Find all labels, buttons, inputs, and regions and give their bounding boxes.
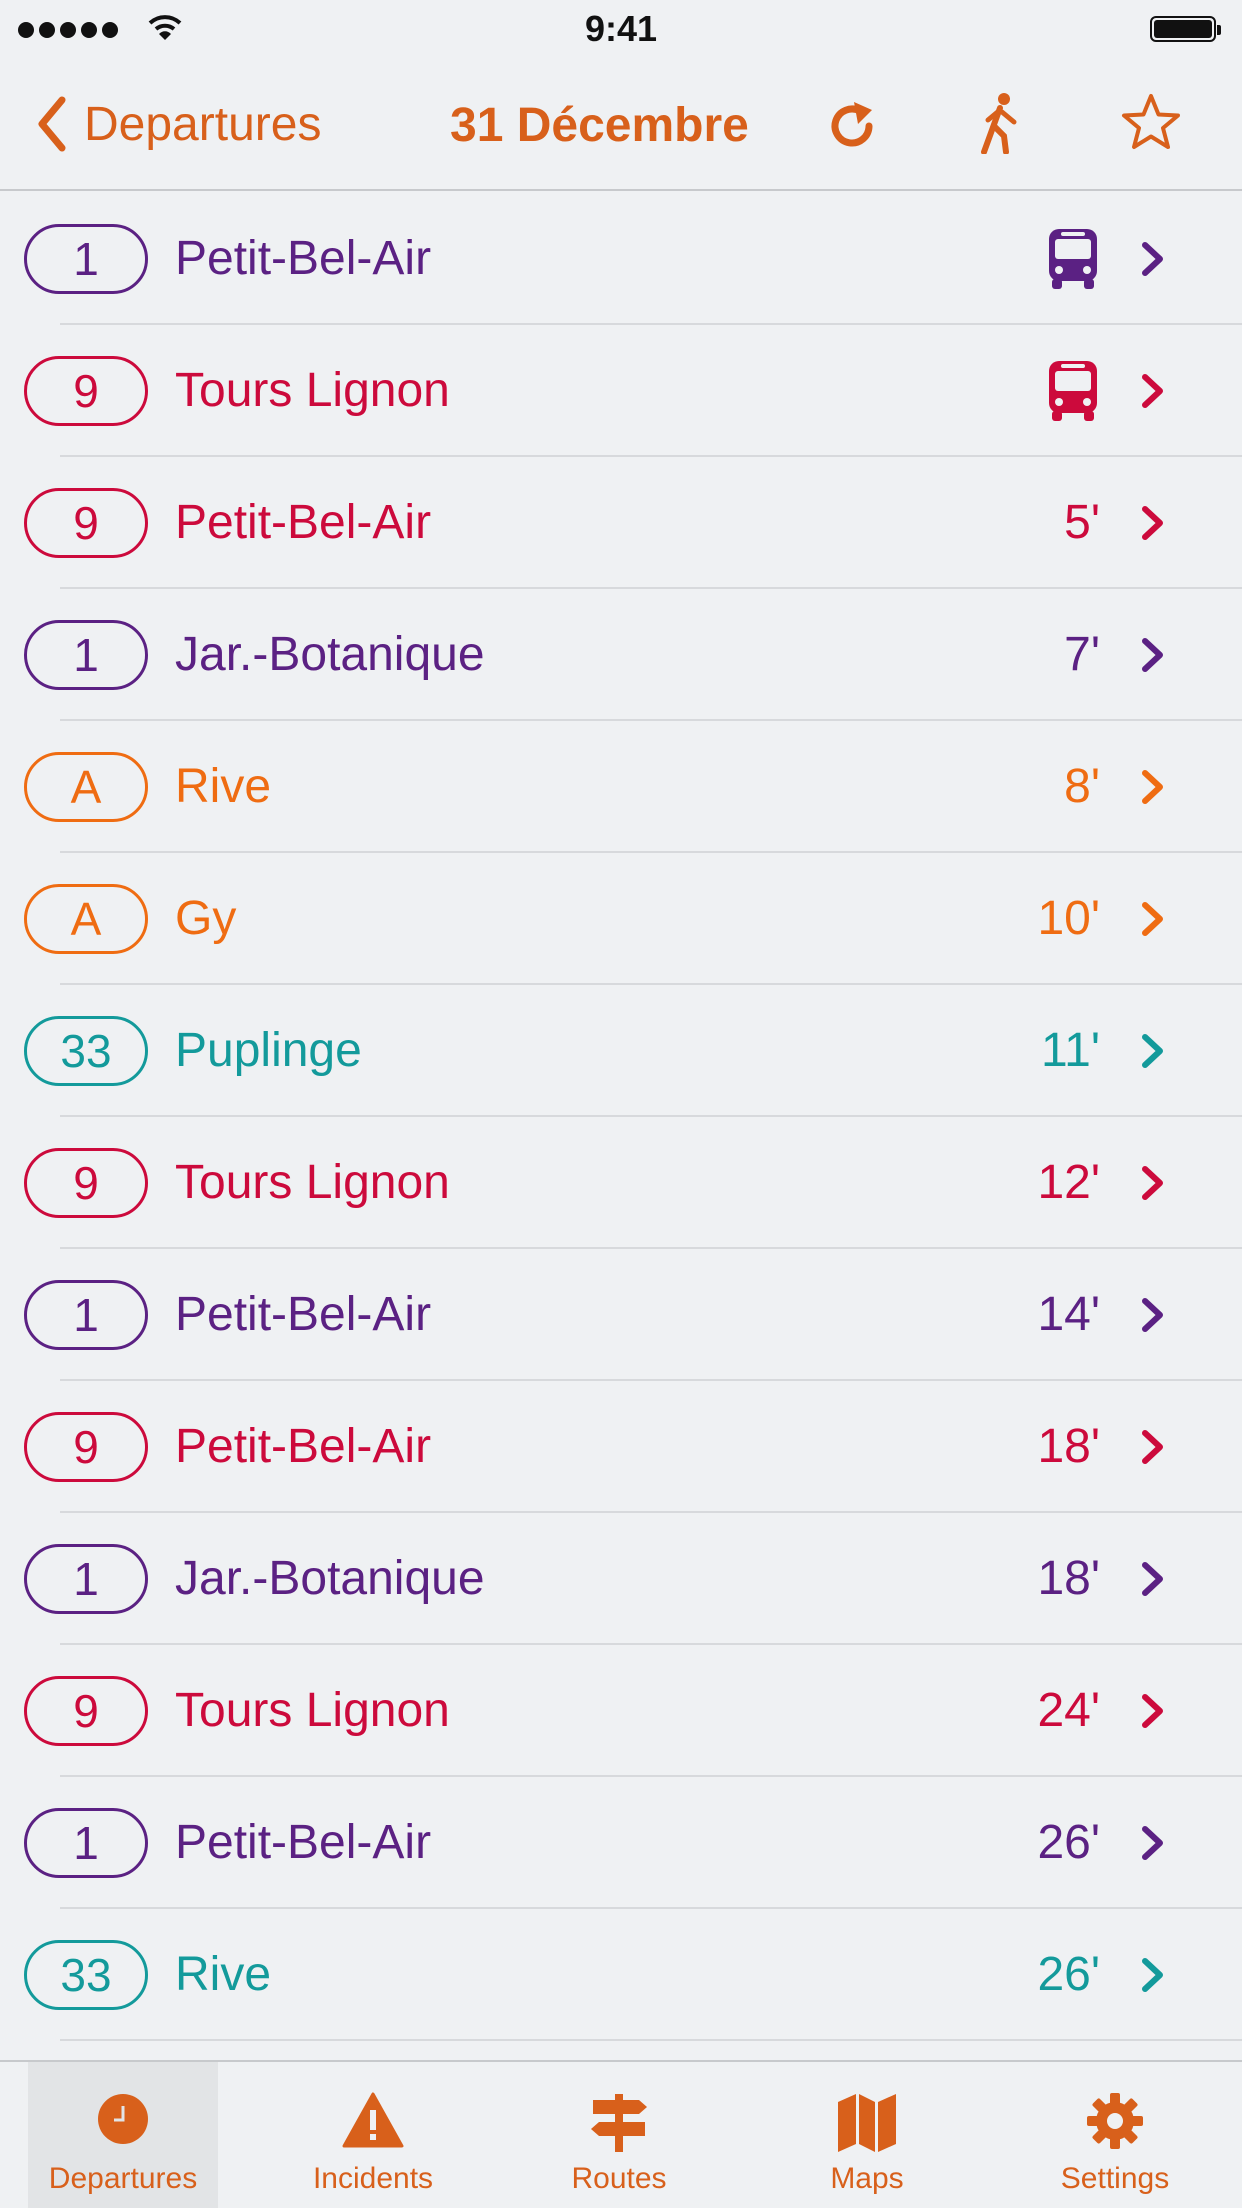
chevron-right-icon: [1142, 770, 1163, 804]
tab-label: Routes: [571, 2162, 667, 2195]
chevron-right-icon: [1142, 242, 1163, 276]
chevron-right-icon: [1142, 1034, 1163, 1068]
line-badge: 9: [24, 1676, 148, 1746]
chevron-right-icon: [1142, 1826, 1163, 1860]
tab-departures[interactable]: Departures: [28, 2062, 218, 2208]
departure-minutes: 24': [1037, 1684, 1100, 1737]
departure-minutes: 7': [1064, 628, 1100, 681]
destination-label: Tours Lignon: [175, 1156, 450, 1209]
line-badge: 33: [24, 1940, 148, 2010]
departure-minutes: 18': [1037, 1420, 1100, 1473]
departure-minutes: 8': [1064, 760, 1100, 813]
back-label: Departures: [84, 97, 322, 151]
destination-label: Tours Lignon: [175, 1684, 450, 1737]
refresh-icon[interactable]: [822, 96, 882, 156]
departure-minutes: 26': [1037, 1948, 1100, 2001]
departure-row[interactable]: 33 Rive 26': [0, 1909, 1242, 2041]
tab-bar: Departures Incidents Routes Maps Setting…: [0, 2060, 1242, 2208]
chevron-right-icon: [1142, 1958, 1163, 1992]
bus-icon: [1049, 229, 1097, 289]
chevron-right-icon: [1142, 1562, 1163, 1596]
map-icon: [838, 2094, 896, 2152]
chevron-right-icon: [1142, 1694, 1163, 1728]
departure-row[interactable]: 9 Petit-Bel-Air 18': [0, 1381, 1242, 1513]
departure-row[interactable]: 1 Petit-Bel-Air 26': [0, 1777, 1242, 1909]
clock-icon: [98, 2094, 148, 2144]
destination-label: Petit-Bel-Air: [175, 1288, 432, 1341]
departure-row[interactable]: 33 Puplinge 11': [0, 985, 1242, 1117]
gear-icon: [1087, 2093, 1143, 2149]
battery-icon: [1150, 16, 1221, 42]
tab-label: Maps: [830, 2162, 904, 2195]
destination-label: Rive: [175, 760, 272, 813]
line-badge: A: [24, 884, 148, 954]
destination-label: Gy: [175, 892, 237, 945]
line-badge: 1: [24, 224, 148, 294]
departure-minutes: 11': [1041, 1024, 1100, 1077]
chevron-right-icon: [1142, 1430, 1163, 1464]
tab-label: Settings: [1060, 2162, 1170, 2195]
chevron-right-icon: [1142, 1166, 1163, 1200]
star-icon[interactable]: [1120, 92, 1182, 152]
walking-icon[interactable]: [976, 92, 1026, 154]
departure-row[interactable]: 1 Petit-Bel-Air 14': [0, 1249, 1242, 1381]
status-time: 9:41: [584, 8, 658, 49]
destination-label: Petit-Bel-Air: [175, 1420, 432, 1473]
departure-minutes: 10': [1037, 892, 1100, 945]
line-badge: 9: [24, 1412, 148, 1482]
departure-minutes: 5': [1064, 496, 1100, 549]
bus-icon: [1049, 361, 1097, 421]
line-badge: 9: [24, 356, 148, 426]
chevron-right-icon: [1142, 638, 1163, 672]
line-badge: 33: [24, 1016, 148, 1086]
line-badge: 9: [24, 488, 148, 558]
destination-label: Petit-Bel-Air: [175, 232, 432, 285]
navigation-bar: Departures 31 Décembre: [0, 60, 1242, 191]
departure-row[interactable]: 1 Jar.-Botanique 7': [0, 589, 1242, 721]
destination-label: Jar.-Botanique: [175, 1552, 485, 1605]
line-badge: 1: [24, 1544, 148, 1614]
destination-label: Petit-Bel-Air: [175, 496, 432, 549]
departure-row[interactable]: 9 Tours Lignon 12': [0, 1117, 1242, 1249]
departures-list: 1 Petit-Bel-Air 9 Tours Lignon 9 Petit-Bel-Ai…: [0, 193, 1242, 2041]
tab-maps[interactable]: Maps: [772, 2062, 962, 2208]
line-badge: 1: [24, 1808, 148, 1878]
chevron-right-icon: [1142, 506, 1163, 540]
destination-label: Tours Lignon: [175, 364, 450, 417]
status-bar: 9:41: [0, 0, 1242, 60]
signpost-icon: [591, 2094, 647, 2152]
departure-row[interactable]: 1 Jar.-Botanique 18': [0, 1513, 1242, 1645]
tab-settings[interactable]: Settings: [1020, 2062, 1210, 2208]
destination-label: Jar.-Botanique: [175, 628, 485, 681]
chevron-left-icon: [38, 96, 66, 152]
warning-icon: [342, 2092, 404, 2148]
destination-label: Rive: [175, 1948, 272, 2001]
departure-row[interactable]: 1 Petit-Bel-Air: [0, 193, 1242, 325]
chevron-right-icon: [1142, 374, 1163, 408]
back-button[interactable]: Departures: [36, 96, 321, 152]
departure-row[interactable]: 9 Petit-Bel-Air 5': [0, 457, 1242, 589]
chevron-right-icon: [1142, 1298, 1163, 1332]
chevron-right-icon: [1142, 902, 1163, 936]
tab-incidents[interactable]: Incidents: [278, 2062, 468, 2208]
line-badge: 1: [24, 620, 148, 690]
departure-minutes: 26': [1037, 1816, 1100, 1869]
departure-row[interactable]: A Rive 8': [0, 721, 1242, 853]
departure-row[interactable]: 9 Tours Lignon: [0, 325, 1242, 457]
line-badge: 1: [24, 1280, 148, 1350]
destination-label: Petit-Bel-Air: [175, 1816, 432, 1869]
departure-minutes: 12': [1037, 1156, 1100, 1209]
line-badge: 9: [24, 1148, 148, 1218]
departure-minutes: 14': [1037, 1288, 1100, 1341]
page-title: 31 Décembre: [450, 99, 749, 152]
departure-row[interactable]: 9 Tours Lignon 24': [0, 1645, 1242, 1777]
departure-row[interactable]: A Gy 10': [0, 853, 1242, 985]
departure-minutes: 18': [1037, 1552, 1100, 1605]
tab-label: Incidents: [312, 2162, 434, 2195]
tab-label: Departures: [48, 2162, 198, 2195]
destination-label: Puplinge: [175, 1024, 362, 1077]
tab-routes[interactable]: Routes: [524, 2062, 714, 2208]
line-badge: A: [24, 752, 148, 822]
